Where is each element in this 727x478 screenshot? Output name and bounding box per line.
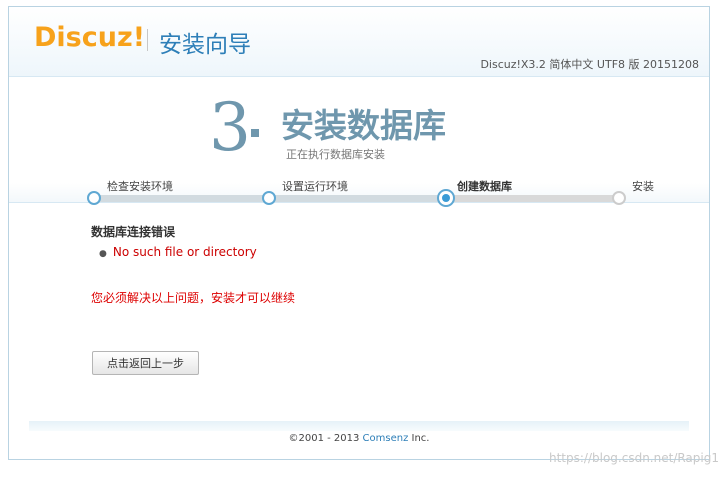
step-label-3: 创建数据库 [457,180,512,193]
step-heading: 安装数据库 [281,106,446,145]
footer-suffix: Inc. [408,433,430,444]
bullet-icon: ● [99,249,107,259]
logo-text: Discuz [34,22,133,53]
error-item: ● No such file or directory [99,245,257,259]
step-label-1: 检查安装环境 [107,180,173,193]
logo-separator [147,29,148,51]
version-info: Discuz!X3.2 简体中文 UTF8 版 20151208 [480,58,699,71]
step-node-3-current [437,189,455,207]
step-node-1 [87,191,101,205]
back-button[interactable]: 点击返回上一步 [92,351,199,375]
error-item-text: No such file or directory [112,245,257,259]
discuz-logo: Discuz! [34,22,145,53]
footer-brand-link[interactable]: Comsenz [363,433,409,444]
logo-bang: ! [132,22,146,53]
step-label-4: 安装 [632,180,654,193]
step-node-2 [262,191,276,205]
footer-band [29,421,689,431]
error-title: 数据库连接错误 [91,225,176,239]
footer: ©2001 - 2013 Comsenz Inc. [9,433,709,444]
step-node-4 [612,191,626,205]
step-label-2: 设置运行环境 [282,180,348,193]
step-number: 3 [209,89,251,166]
step-subtitle: 正在执行数据库安装 [286,148,385,161]
header: Discuz! 安装向导 Discuz!X3.2 简体中文 UTF8 版 201… [9,7,709,77]
installer-window: Discuz! 安装向导 Discuz!X3.2 简体中文 UTF8 版 201… [8,6,710,460]
watermark: https://blog.csdn.net/Rapig1 [549,451,719,465]
error-note: 您必须解决以上问题，安装才可以继续 [91,291,296,305]
footer-copyright: ©2001 - 2013 [288,433,363,444]
step-number-dot [251,129,259,137]
wizard-title: 安装向导 [159,32,251,58]
